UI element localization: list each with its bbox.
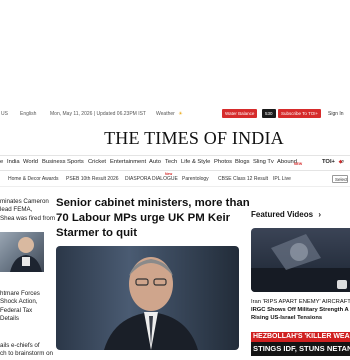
subnav-item-pseb-result[interactable]: PSEB 10th Result 2026 <box>66 176 119 182</box>
main-story-image[interactable] <box>56 246 239 350</box>
video-thumbnail-icon <box>251 234 350 292</box>
featured-video-caption-line: Iran 'RIPS APART ENEMY' AIRCRAFT <box>251 299 350 305</box>
nav-item-sports[interactable]: Sports <box>67 159 84 165</box>
nav-item-home[interactable]: e <box>0 159 3 165</box>
water-balance-label: Water Balance <box>225 111 255 116</box>
left-story-2-line: Federal Tax <box>0 306 33 314</box>
subscribe-button[interactable]: Subscribe To TOI+ <box>278 109 322 118</box>
subnav-item-cbse-result[interactable]: CBSE Class 12 Result <box>218 176 268 182</box>
main-headline[interactable]: Senior cabinet ministers, more than 70 L… <box>56 196 250 241</box>
left-story-1-line: lead FEMA, <box>0 206 33 214</box>
site-logo[interactable]: THE TIMES OF INDIA <box>0 124 350 152</box>
featured-video-caption-line: Rising US-Israel Tensions <box>251 315 323 322</box>
weather-widget[interactable]: Weather ☀ <box>156 111 183 117</box>
subnav-item-ipl-live[interactable]: IPL Live <box>273 176 291 182</box>
sun-icon: ☀ <box>178 111 183 117</box>
left-story-2-line: Details <box>0 315 19 323</box>
search-icon[interactable]: ⌕ <box>341 159 344 166</box>
weather-label: Weather <box>156 111 175 117</box>
left-story-thumbnail[interactable] <box>0 232 44 272</box>
left-story-3[interactable]: ails e-chiefs of ch to brainstorm on <box>0 342 53 359</box>
nav-item-cricket[interactable]: Cricket <box>88 159 106 165</box>
left-story-2-line: htmare Forces <box>0 290 40 297</box>
video-ticker-dark[interactable]: STINGS IDF, STUNS NETAN <box>251 342 350 356</box>
dateline: Mon, May 11, 2026 | Updated 06.23PM IST <box>50 111 146 117</box>
nav-item-entertainment[interactable]: Entertainment <box>110 159 146 165</box>
speaker-photo-icon <box>104 257 198 350</box>
left-story-2[interactable]: htmare Forces Shock Action, Federal Tax … <box>0 290 40 324</box>
left-story-2-line: Shock Action, <box>0 298 38 306</box>
nav-item-toi-plus[interactable]: TOI+ ◆ <box>322 159 342 165</box>
nav-item-world[interactable]: World <box>23 159 38 165</box>
subnav-item-decor-awards[interactable]: Home & Decor Awards <box>8 176 58 182</box>
main-headline-line: Starmer to quit <box>56 227 138 239</box>
featured-videos-heading[interactable]: Featured Videos › <box>251 210 321 219</box>
person-photo-icon <box>10 237 42 272</box>
nav-item-tech[interactable]: Tech <box>165 159 177 165</box>
masthead: THE TIMES OF INDIA <box>0 124 350 152</box>
edition-select[interactable]: Select <box>332 175 348 183</box>
nav-item-sling-tv[interactable]: Sling Tv <box>253 159 274 165</box>
subnav-item-diaspora-label: DIASPORA DIALOGUE <box>125 176 178 182</box>
left-story-1-line: Shea was fired from <box>0 214 56 222</box>
main-headline-line: 70 Labour MPs urge UK PM Keir <box>56 212 231 224</box>
region-selector[interactable]: US <box>1 111 8 117</box>
nav-item-photos[interactable]: Photos <box>214 159 232 165</box>
left-story-1-line: minates Cameron <box>0 198 49 205</box>
featured-videos-title: Featured Videos <box>251 210 314 219</box>
left-story-1[interactable]: minates Cameron lead FEMA, Shea was fire… <box>0 198 55 223</box>
nav-item-abound[interactable]: Abound NEW <box>277 159 302 166</box>
secondary-nav: Home & Decor Awards PSEB 10th Result 202… <box>0 172 350 187</box>
nav-item-auto[interactable]: Auto <box>149 159 161 165</box>
language-selector[interactable]: English <box>20 111 36 117</box>
new-badge: NEW <box>294 162 303 166</box>
chevron-right-icon: › <box>318 210 321 219</box>
subnav-item-parentology[interactable]: Parentology <box>182 176 209 182</box>
nav-item-business[interactable]: Business <box>42 159 66 165</box>
left-story-3-line: ails e-chiefs of <box>0 342 40 349</box>
featured-video-thumbnail[interactable] <box>251 228 350 292</box>
nav-item-blogs[interactable]: Blogs <box>235 159 250 165</box>
water-balance-count: 530 <box>262 109 276 118</box>
nav-item-life-style[interactable]: Life & Style <box>181 159 210 165</box>
water-balance-button[interactable]: Water Balance <box>222 109 258 118</box>
primary-nav: e India World Business Sports Cricket En… <box>0 155 350 171</box>
video-ticker-red[interactable]: HEZBOLLAH'S 'KILLER WEA <box>251 332 350 342</box>
sign-in-link[interactable]: Sign In <box>328 111 344 117</box>
main-headline-line: Senior cabinet ministers, more than <box>56 197 250 209</box>
subnav-item-diaspora[interactable]: DIASPORA DIALOGUE New <box>125 172 178 182</box>
new-badge: New <box>165 172 173 176</box>
top-utility-bar: US English Mon, May 11, 2026 | Updated 0… <box>0 106 350 122</box>
nav-item-india[interactable]: India <box>7 159 20 165</box>
toi-plus-label: TOI+ <box>322 159 335 165</box>
featured-video-caption-line: IRGC Shows Off Military Strength A <box>251 307 349 314</box>
left-story-3-line: ch to brainstorm on <box>0 350 53 358</box>
featured-video-caption[interactable]: Iran 'RIPS APART ENEMY' AIRCRAFT IRGC Sh… <box>251 298 350 323</box>
